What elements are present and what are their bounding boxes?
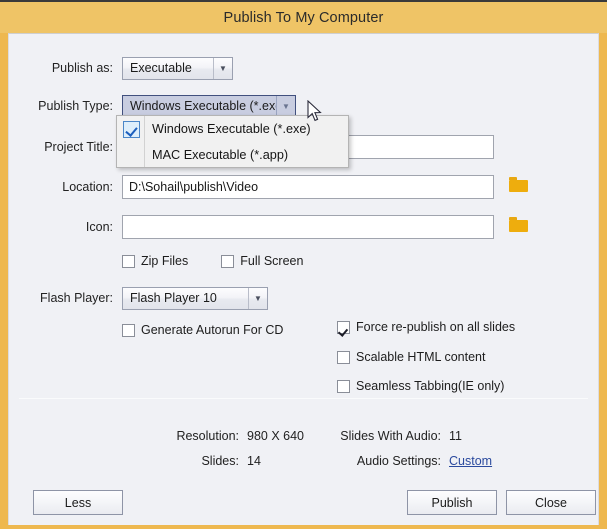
zip-files-checkbox[interactable]: Zip Files xyxy=(122,254,188,268)
folder-icon xyxy=(509,217,528,232)
checkbox-box xyxy=(337,320,350,334)
checkbox-box xyxy=(122,254,135,268)
dialog-body: Publish as: Executable ▼ Publish Type: W… xyxy=(9,34,598,394)
publish-as-label: Publish as: xyxy=(51,61,113,75)
chevron-down-icon[interactable]: ▼ xyxy=(276,95,295,117)
slides-with-audio-label: Slides With Audio: xyxy=(340,429,441,443)
full-screen-checkbox[interactable]: Full Screen xyxy=(221,254,303,268)
checkbox-box xyxy=(221,254,235,268)
scalable-html-label: Scalable HTML content xyxy=(356,350,486,364)
publish-as-value: Executable xyxy=(130,61,192,75)
mouse-arrow-cursor xyxy=(307,99,323,128)
flash-player-value: Flash Player 10 xyxy=(130,291,217,305)
publish-dialog: Publish To My Computer Publish as: Execu… xyxy=(0,0,607,529)
flash-player-combobox[interactable]: Flash Player 10 ▼ xyxy=(122,286,268,310)
close-button[interactable]: Close xyxy=(506,490,596,515)
dialog-titlebar: Publish To My Computer xyxy=(0,2,607,33)
status-area: Resolution: 980 X 640 Slides: 14 Slides … xyxy=(9,395,598,489)
slides-with-audio-row: Slides With Audio: xyxy=(249,429,441,443)
icon-browse-button[interactable] xyxy=(509,217,528,237)
slides-row: Slides: xyxy=(9,454,239,468)
row-publish-as: Publish as: Executable ▼ xyxy=(9,56,598,80)
check-icon xyxy=(123,121,140,138)
full-screen-label: Full Screen xyxy=(240,254,304,268)
slides-with-audio-value: 11 xyxy=(449,429,462,443)
flash-player-label: Flash Player: xyxy=(40,291,113,305)
checkbox-box xyxy=(122,323,135,337)
seamless-tabbing-checkbox[interactable]: Seamless Tabbing(IE only) xyxy=(337,379,504,393)
slides-label: Slides: xyxy=(201,454,239,468)
scalable-html-checkbox[interactable]: Scalable HTML content xyxy=(337,350,485,364)
row-zip-fullscreen: Zip Files Full Screen xyxy=(9,249,598,273)
location-label: Location: xyxy=(62,180,113,194)
publish-as-combobox[interactable]: Executable ▼ xyxy=(122,56,233,80)
force-republish-label: Force re-publish on all slides xyxy=(356,320,516,334)
dialog-footer: Less Publish Close xyxy=(9,480,598,525)
icon-label: Icon: xyxy=(85,220,113,234)
audio-settings-link[interactable]: Custom xyxy=(449,454,492,468)
checkbox-box xyxy=(337,379,350,393)
less-button[interactable]: Less xyxy=(33,490,123,515)
dropdown-option-mac-app[interactable]: MAC Executable (*.app) xyxy=(146,142,348,168)
row-flash-player: Flash Player: Flash Player 10 ▼ xyxy=(9,286,598,310)
chevron-down-icon[interactable]: ▼ xyxy=(213,57,232,79)
publish-type-value: Windows Executable (*.exe) xyxy=(130,99,276,113)
audio-settings-row: Audio Settings: xyxy=(249,454,441,468)
dialog-title: Publish To My Computer xyxy=(223,9,384,26)
folder-icon xyxy=(509,177,528,192)
audio-settings-label: Audio Settings: xyxy=(356,454,441,468)
resolution-row: Resolution: xyxy=(9,429,239,443)
dialog-frame: Publish as: Executable ▼ Publish Type: W… xyxy=(8,33,599,525)
location-browse-button[interactable] xyxy=(509,177,528,197)
icon-input[interactable] xyxy=(122,215,494,239)
checkbox-box xyxy=(337,350,350,364)
zip-files-label: Zip Files xyxy=(141,254,189,268)
row-icon: Icon: xyxy=(9,215,598,239)
generate-autorun-checkbox[interactable]: Generate Autorun For CD xyxy=(122,323,283,337)
project-title-label: Project Title: xyxy=(44,140,113,154)
resolution-label: Resolution: xyxy=(176,429,239,443)
seamless-tabbing-label: Seamless Tabbing(IE only) xyxy=(356,379,505,393)
chevron-down-icon[interactable]: ▼ xyxy=(248,287,267,309)
force-republish-checkbox[interactable]: Force re-publish on all slides xyxy=(337,320,515,334)
row-location: Location: D:\Sohail\publish\Video xyxy=(9,175,598,199)
location-input[interactable]: D:\Sohail\publish\Video xyxy=(122,175,494,199)
generate-autorun-label: Generate Autorun For CD xyxy=(141,323,284,337)
publish-button[interactable]: Publish xyxy=(407,490,497,515)
publish-type-label: Publish Type: xyxy=(38,99,113,113)
